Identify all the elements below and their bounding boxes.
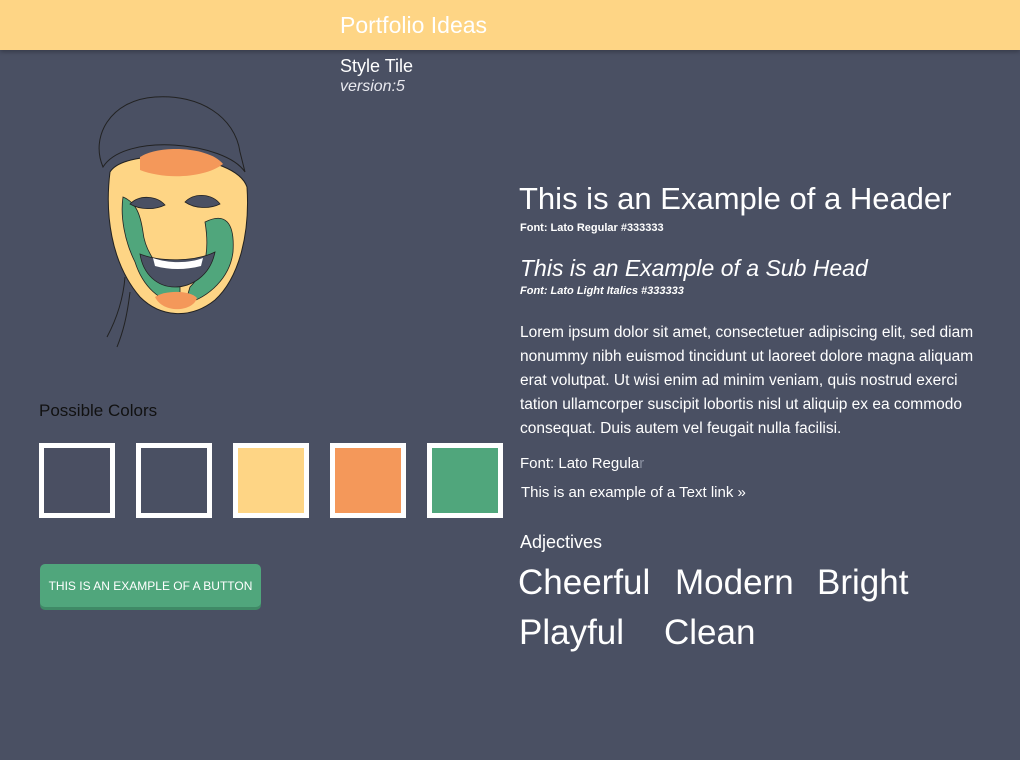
body-font-note-faded: r <box>639 455 645 472</box>
possible-colors-label: Possible Colors <box>39 401 158 420</box>
portrait-illustration <box>98 96 248 348</box>
body-font-note-main: Font: Lato Regula <box>520 455 640 472</box>
color-swatch <box>427 443 503 518</box>
style-tile-info: Style Tile version:5 <box>340 55 413 97</box>
adjective-word: Clean <box>664 613 756 652</box>
color-swatch <box>39 443 115 518</box>
color-swatch <box>136 443 212 518</box>
color-swatch <box>233 443 309 518</box>
style-tile-version: version:5 <box>340 78 405 95</box>
page-title: Portfolio Ideas <box>340 12 488 38</box>
adjective-word: Bright <box>817 563 909 602</box>
header-example: This is an Example of a Header <box>519 181 952 216</box>
color-swatch <box>330 443 406 518</box>
example-button[interactable]: THIS IS AN EXAMPLE OF A BUTTON <box>40 564 261 607</box>
text-link-example[interactable]: This is an example of a Text link » <box>521 484 746 501</box>
body-font-note: Font: Lato Regular <box>520 455 644 472</box>
adjective-word: Modern <box>675 563 794 602</box>
subhead-font-note: Font: Lato Light Italics #333333 <box>520 285 684 297</box>
subhead-example: This is an Example of a Sub Head <box>520 255 868 281</box>
adjective-word: Playful <box>519 613 625 652</box>
header-font-note: Font: Lato Regular #333333 <box>520 222 664 234</box>
adjectives-label: Adjectives <box>520 532 603 552</box>
style-tile-name: Style Tile <box>340 56 414 76</box>
adjective-word: Cheerful <box>518 563 651 602</box>
top-bar: Portfolio Ideas <box>0 0 1020 50</box>
body-text-example: Lorem ipsum dolor sit amet, consectetuer… <box>520 324 974 437</box>
